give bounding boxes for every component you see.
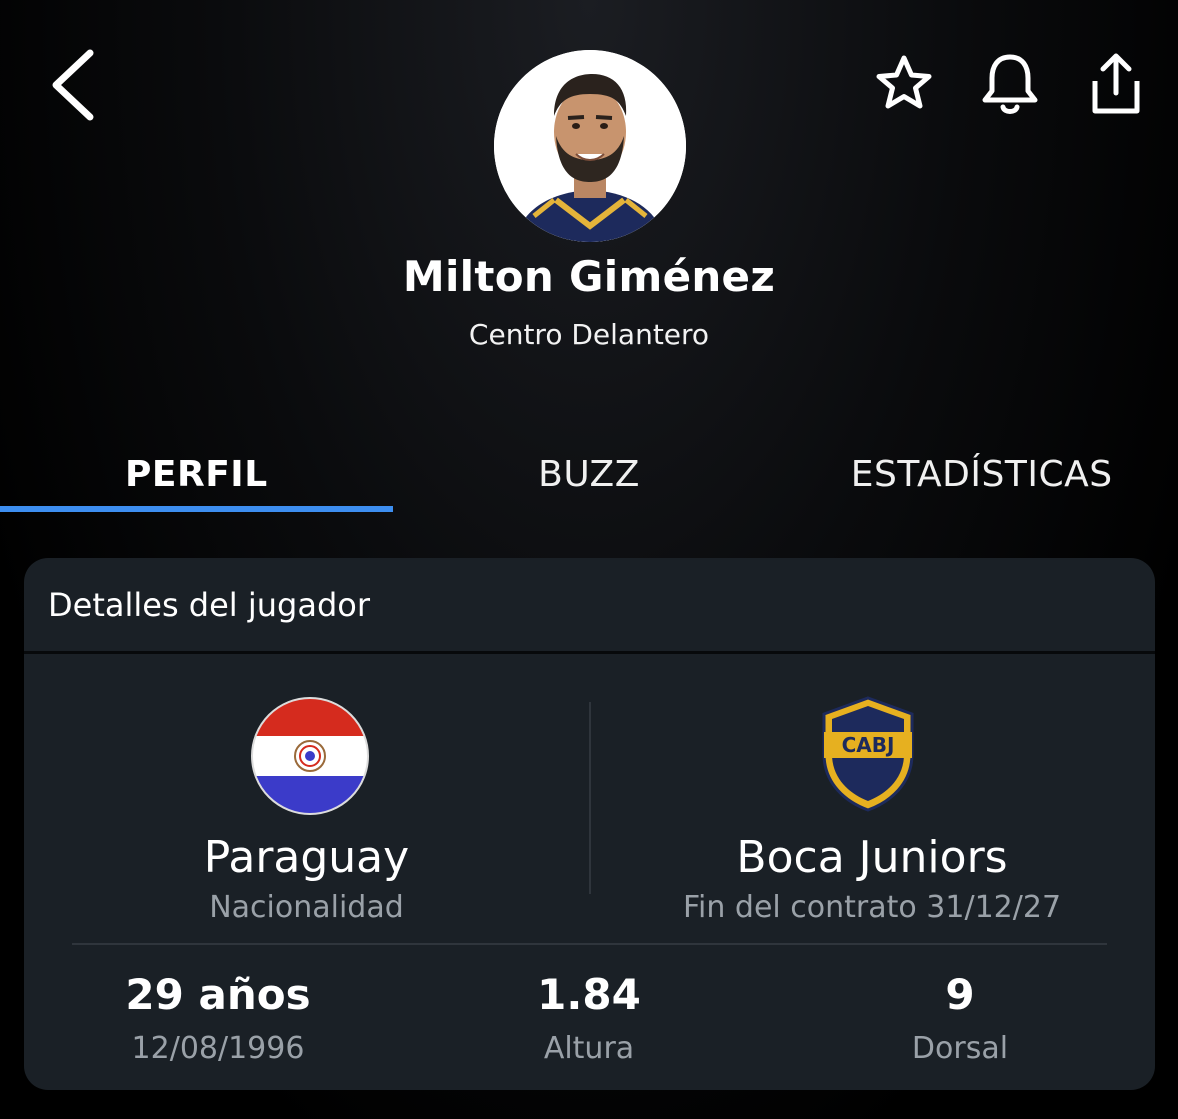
number-value: 9 [945, 970, 975, 1019]
paraguay-flag-icon [251, 697, 369, 815]
header-actions [872, 52, 1148, 116]
nationality-club-row: Paraguay Nacionalidad CABJ Boca Juniors … [24, 654, 1155, 944]
age-value: 29 años [125, 970, 311, 1019]
card-title: Detalles del jugador [24, 558, 1155, 654]
player-profile-screen: Milton Giménez Centro Delantero PERFIL B… [0, 0, 1178, 1119]
nationality-label: Nacionalidad [209, 890, 404, 925]
back-button[interactable] [40, 45, 110, 125]
notifications-button[interactable] [978, 52, 1042, 116]
tab-perfil[interactable]: PERFIL [0, 440, 393, 512]
share-icon [1092, 53, 1140, 114]
chevron-left-icon [52, 49, 94, 121]
age-stat: 29 años 12/08/1996 [68, 970, 368, 1066]
player-name: Milton Giménez [402, 252, 776, 301]
number-label: Dorsal [911, 1031, 1009, 1066]
crest-text: CABJ [841, 733, 894, 757]
birthdate-label: 12/08/1996 [131, 1031, 305, 1066]
player-position: Centro Delantero [468, 318, 710, 351]
tab-buzz[interactable]: BUZZ [393, 440, 786, 512]
bell-icon [982, 54, 1038, 114]
favorite-button[interactable] [872, 52, 936, 116]
nationality-value: Paraguay [203, 832, 410, 883]
boca-juniors-crest-icon: CABJ [822, 696, 913, 812]
player-avatar [494, 50, 686, 242]
player-photo [494, 50, 686, 242]
profile-tabs: PERFIL BUZZ ESTADÍSTICAS [0, 440, 1178, 512]
tab-estadisticas[interactable]: ESTADÍSTICAS [785, 440, 1178, 512]
nationality-cell: Paraguay Nacionalidad [24, 654, 590, 944]
player-details-card: Detalles del jugador Paraguay Nacionalid… [24, 558, 1155, 1090]
club-value: Boca Juniors [736, 832, 1008, 883]
share-button[interactable] [1084, 52, 1148, 116]
height-label: Altura [543, 1031, 635, 1066]
height-value: 1.84 [537, 970, 641, 1019]
number-stat: 9 Dorsal [810, 970, 1110, 1066]
horizontal-divider [72, 943, 1107, 945]
contract-end-label: Fin del contrato 31/12/27 [682, 890, 1062, 925]
height-stat: 1.84 Altura [439, 970, 739, 1066]
star-icon [876, 55, 932, 109]
club-cell[interactable]: CABJ Boca Juniors Fin del contrato 31/12… [590, 654, 1156, 944]
